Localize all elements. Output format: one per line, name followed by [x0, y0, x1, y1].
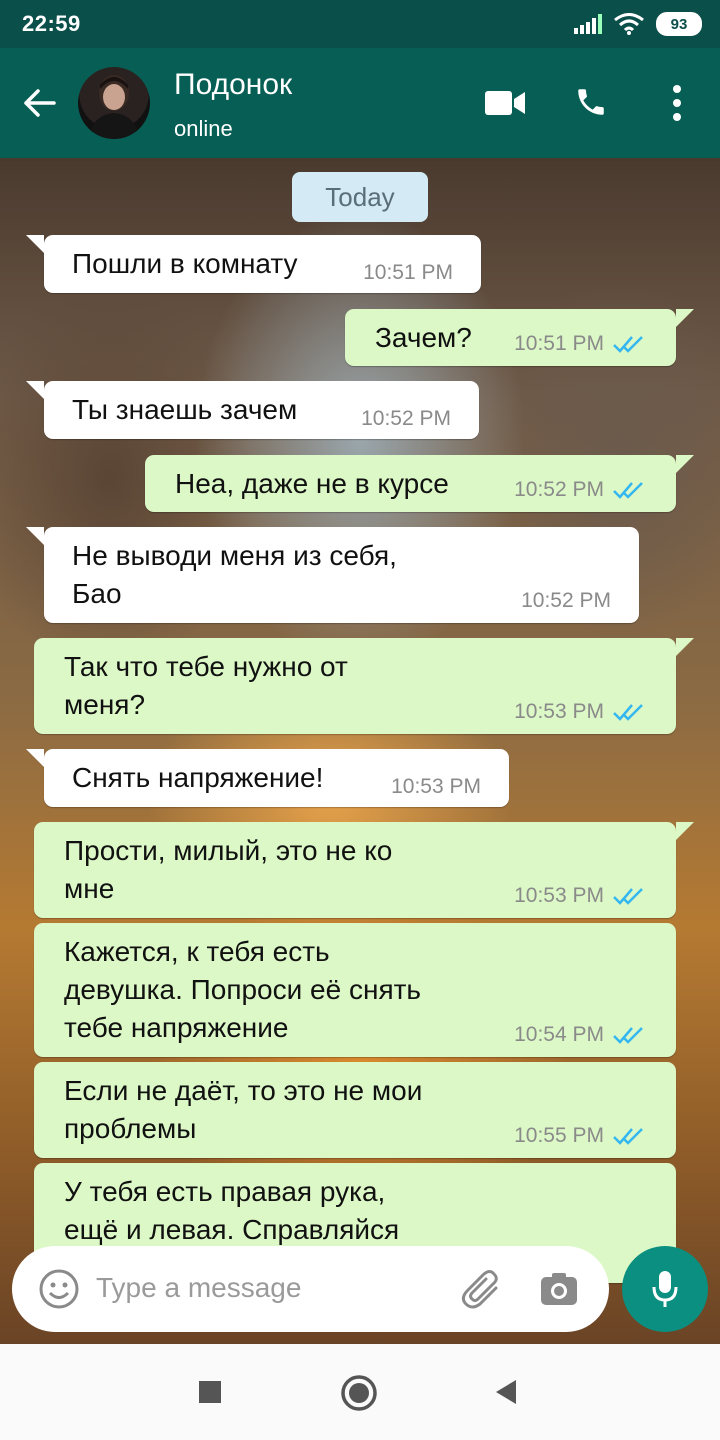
date-separator: Today: [292, 172, 428, 222]
chat-header: Подонок online: [0, 48, 720, 158]
avatar-image: [88, 75, 140, 139]
signal-icon: [574, 14, 602, 34]
attach-icon[interactable]: [460, 1270, 504, 1310]
message-meta: 10:53 PM: [514, 884, 646, 908]
message-time: 10:52 PM: [361, 407, 451, 430]
message-time: 10:54 PM: [514, 1023, 604, 1046]
back-arrow-icon[interactable]: [22, 86, 56, 120]
message-meta: 10:51 PM: [363, 261, 453, 285]
nav-back-icon[interactable]: [494, 1378, 518, 1406]
contact-avatar[interactable]: [78, 67, 150, 139]
message-text: Ты знаешь зачем: [72, 394, 298, 425]
contact-name[interactable]: Подонок: [174, 68, 292, 102]
message-incoming[interactable]: Не выводи меня из себя, Бао 10:52 PM: [26, 527, 639, 623]
message-time: 10:53 PM: [514, 884, 604, 907]
status-bar: 22:59 93: [0, 0, 720, 48]
system-nav-bar: [0, 1344, 720, 1440]
message-time: 10:51 PM: [363, 261, 453, 284]
message-text: Так что тебе нужно от меня?: [64, 651, 348, 720]
message-text: Снять напряжение!: [72, 762, 324, 793]
nav-home-icon[interactable]: [340, 1374, 378, 1412]
emoji-icon[interactable]: [38, 1268, 80, 1310]
message-meta: 10:52 PM: [521, 589, 611, 613]
message-input[interactable]: Type a message: [96, 1272, 301, 1304]
message-text: Если не даёт, то это не мои проблемы: [64, 1075, 423, 1144]
message-time: 10:51 PM: [514, 332, 604, 355]
message-meta: 10:52 PM: [361, 407, 451, 431]
camera-icon[interactable]: [540, 1272, 578, 1306]
nav-recents-icon[interactable]: [198, 1380, 222, 1404]
message-time: 10:53 PM: [391, 775, 481, 798]
read-ticks-icon: [613, 482, 643, 499]
message-input-bar: Type a message: [12, 1246, 609, 1332]
message-text: Кажется, к тебя есть девушка. Попроси её…: [64, 936, 422, 1043]
message-time: 10:55 PM: [514, 1124, 604, 1147]
video-call-icon[interactable]: [484, 88, 526, 118]
message-meta: 10:54 PM: [514, 1023, 646, 1047]
mic-button[interactable]: [622, 1246, 708, 1332]
message-meta: 10:53 PM: [514, 700, 646, 724]
message-text: Неа, даже не в курсе: [175, 468, 449, 499]
read-ticks-icon: [613, 1027, 643, 1044]
message-incoming[interactable]: Снять напряжение! 10:53 PM: [26, 749, 509, 807]
message-outgoing[interactable]: Так что тебе нужно от меня? 10:53 PM: [34, 638, 694, 734]
message-text: У тебя есть правая рука, ещё и левая. Сп…: [64, 1176, 400, 1245]
contact-status: online: [174, 116, 233, 141]
read-ticks-icon: [613, 704, 643, 721]
mic-icon: [652, 1271, 678, 1307]
phone-icon[interactable]: [574, 84, 608, 120]
status-icons: 93: [574, 10, 702, 38]
message-time: 10:53 PM: [514, 700, 604, 723]
message-meta: 10:51 PM: [514, 332, 646, 356]
message-outgoing[interactable]: Зачем? 10:51 PM: [345, 309, 694, 366]
message-incoming[interactable]: Пошли в комнату 10:51 PM: [26, 235, 481, 293]
message-text: Зачем?: [375, 322, 472, 353]
message-time: 10:52 PM: [521, 589, 611, 612]
message-outgoing[interactable]: Если не даёт, то это не мои проблемы 10:…: [34, 1062, 676, 1158]
message-text: Не выводи меня из себя, Бао: [72, 540, 397, 609]
message-meta: 10:55 PM: [514, 1124, 646, 1148]
wifi-icon: [614, 13, 644, 35]
message-outgoing[interactable]: Неа, даже не в курсе 10:52 PM: [145, 455, 694, 512]
message-time: 10:52 PM: [514, 478, 604, 501]
chat-area[interactable]: Today Пошли в комнату 10:51 PM Зачем? 10…: [0, 158, 720, 1344]
message-outgoing[interactable]: Прости, милый, это не ко мне 10:53 PM: [34, 822, 694, 918]
message-text: Прости, милый, это не ко мне: [64, 835, 393, 904]
status-time: 22:59: [22, 11, 81, 36]
more-vert-icon[interactable]: [670, 84, 684, 122]
read-ticks-icon: [613, 1128, 643, 1145]
message-text: Пошли в комнату: [72, 248, 298, 279]
read-ticks-icon: [613, 888, 643, 905]
message-incoming[interactable]: Ты знаешь зачем 10:52 PM: [26, 381, 479, 439]
message-meta: 10:52 PM: [514, 478, 646, 502]
message-meta: 10:53 PM: [391, 775, 481, 799]
battery-indicator: 93: [656, 12, 702, 36]
read-ticks-icon: [613, 336, 643, 353]
message-outgoing[interactable]: Кажется, к тебя есть девушка. Попроси её…: [34, 923, 676, 1057]
